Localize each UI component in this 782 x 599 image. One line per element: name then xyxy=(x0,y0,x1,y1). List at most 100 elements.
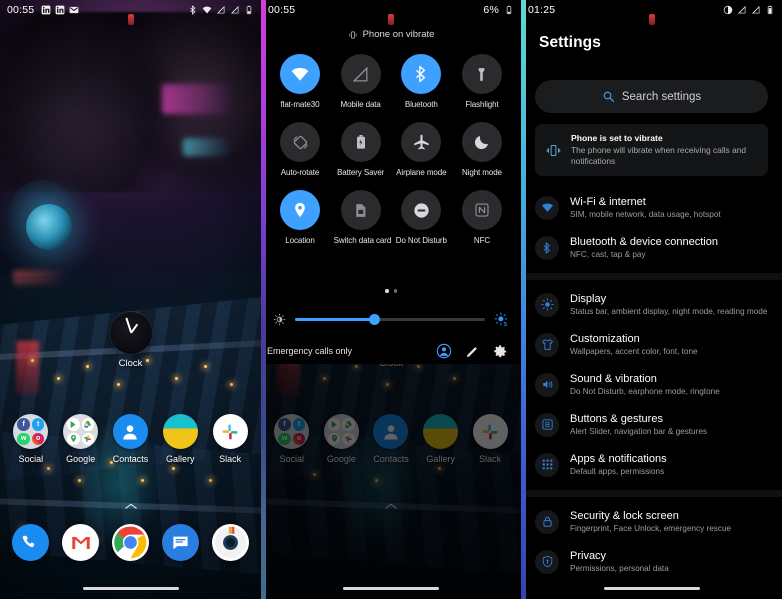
settings-item-sound-vibration[interactable]: Sound & vibration Do Not Disturb, earpho… xyxy=(521,365,782,405)
brightness-slider-knob[interactable] xyxy=(369,313,381,325)
dock-chrome[interactable] xyxy=(108,524,152,561)
tshirt-icon xyxy=(535,332,559,357)
tile-night-mode[interactable]: Night mode xyxy=(455,122,509,177)
quick-settings-page-dots[interactable] xyxy=(261,289,521,293)
dock-messages[interactable] xyxy=(158,524,202,561)
settings-item-subtitle: NFC, cast, tap & pay xyxy=(570,250,646,260)
mobile-data-off-icon xyxy=(340,54,381,94)
settings-item-title: Security & lock screen xyxy=(570,509,679,522)
home-app-row: ftwo Social Google Contacts Gallery Slac… xyxy=(0,414,261,464)
tile-bluetooth[interactable]: Bluetooth xyxy=(394,54,448,109)
brightness-low-icon xyxy=(273,313,286,326)
panel-divider-quick-settings xyxy=(261,0,266,599)
search-input[interactable]: Search settings xyxy=(535,80,768,113)
svg-text:A: A xyxy=(504,322,508,327)
messages-icon xyxy=(161,524,199,561)
status-clock: 00:55 xyxy=(7,4,35,16)
page-title: Settings xyxy=(539,34,601,51)
app-gallery[interactable]: Gallery xyxy=(158,414,202,464)
settings-item-texts: Display Status bar, ambient display, nig… xyxy=(570,292,767,318)
battery-icon xyxy=(504,5,514,15)
settings-item-buttons-gestures[interactable]: Buttons & gestures Alert Slider, navigat… xyxy=(521,405,782,445)
auto-rotate-icon xyxy=(280,122,320,162)
wifi-icon xyxy=(535,195,559,220)
settings-item-title: Privacy xyxy=(570,549,607,562)
tile-flashlight[interactable]: Flashlight xyxy=(455,54,509,109)
signal-off-icon xyxy=(216,5,226,15)
speaker-icon xyxy=(535,372,559,397)
tile-label: flat-mate30 xyxy=(280,100,320,109)
tile-wifi[interactable]: flat-mate30 xyxy=(273,54,327,109)
phone-icon xyxy=(12,524,50,561)
gallery-icon xyxy=(162,414,198,449)
location-pin-icon xyxy=(280,190,320,230)
tile-airplane-mode[interactable]: Airplane mode xyxy=(394,122,448,177)
bluetooth-icon xyxy=(188,5,198,15)
do-not-disturb-icon xyxy=(723,5,733,15)
quick-settings-footer: Emergency calls only xyxy=(261,338,521,364)
dock-phone[interactable] xyxy=(9,524,53,561)
dock-gmail[interactable] xyxy=(59,524,103,561)
navigation-home-pill[interactable] xyxy=(603,587,700,590)
tile-switch-data-card[interactable]: Switch data card xyxy=(334,190,391,245)
app-label: Contacts xyxy=(112,454,149,464)
settings-item-wifi-internet[interactable]: Wi-Fi & internet SIM, mobile network, da… xyxy=(521,188,782,228)
app-slack[interactable]: Slack xyxy=(208,414,252,464)
settings-item-title: Buttons & gestures xyxy=(570,412,663,425)
brightness-auto-icon[interactable]: A xyxy=(494,312,509,327)
settings-item-privacy[interactable]: Privacy Permissions, personal data xyxy=(521,542,782,582)
clock-widget-label: Clock xyxy=(118,358,143,369)
tile-label: Do Not Disturb xyxy=(395,236,447,245)
vibrate-status-card[interactable]: Phone is set to vibrate The phone will v… xyxy=(535,124,768,176)
tile-label: Battery Saver xyxy=(337,168,385,177)
settings-group-privacy: Security & lock screen Fingerprint, Face… xyxy=(521,500,782,584)
vibrate-card-subtitle: The phone will vibrate when receiving ca… xyxy=(571,145,747,166)
app-social-folder[interactable]: ftwo Social xyxy=(9,414,53,464)
app-google-folder[interactable]: Google xyxy=(59,414,103,464)
settings-item-bluetooth-device-connection[interactable]: Bluetooth & device connection NFC, cast,… xyxy=(521,228,782,268)
settings-item-subtitle: Alert Slider, navigation bar & gestures xyxy=(570,427,707,437)
tile-do-not-disturb[interactable]: Do Not Disturb xyxy=(394,190,448,245)
settings-item-display[interactable]: Display Status bar, ambient display, nig… xyxy=(521,285,782,325)
settings-item-title: Wi-Fi & internet xyxy=(570,196,646,208)
settings-item-texts: Customization Wallpapers, accent color, … xyxy=(570,332,698,358)
settings-item-subtitle: Permissions, personal data xyxy=(570,563,669,573)
app-drawer-chevron-up-icon[interactable] xyxy=(124,496,137,509)
settings-gear-icon[interactable] xyxy=(491,342,509,360)
edit-pencil-icon[interactable] xyxy=(463,342,481,360)
vibrate-icon xyxy=(546,143,561,158)
flashlight-icon xyxy=(461,54,502,94)
navigation-home-pill[interactable] xyxy=(82,587,179,590)
chrome-icon xyxy=(111,524,149,561)
gmail-icon xyxy=(69,5,79,15)
settings-item-texts: Security & lock screen Fingerprint, Face… xyxy=(570,509,731,535)
display-icon xyxy=(535,292,559,317)
tile-location[interactable]: Location xyxy=(273,190,327,245)
tile-battery-saver[interactable]: Battery Saver xyxy=(334,122,388,177)
clock-widget[interactable]: Clock xyxy=(0,312,261,369)
app-label: Slack xyxy=(219,454,242,464)
page-dot-1[interactable] xyxy=(385,289,389,293)
buttons-icon xyxy=(535,412,559,437)
settings-item-security-lock-screen[interactable]: Security & lock screen Fingerprint, Face… xyxy=(521,502,782,542)
notch-indicator xyxy=(127,14,134,25)
signal-off-icon xyxy=(751,5,761,15)
contacts-icon xyxy=(112,414,148,449)
settings-group-connectivity: Wi-Fi & internet SIM, mobile network, da… xyxy=(521,186,782,270)
page-dot-2[interactable] xyxy=(393,289,397,293)
gmail-icon xyxy=(62,524,100,561)
navigation-home-pill[interactable] xyxy=(343,587,439,590)
app-contacts[interactable]: Contacts xyxy=(108,414,152,464)
tile-mobile-data[interactable]: Mobile data xyxy=(334,54,388,109)
settings-item-apps-notifications[interactable]: Apps & notifications Default apps, permi… xyxy=(521,445,782,485)
dock-camera[interactable] xyxy=(208,524,252,561)
social-folder-icon: ftwo xyxy=(13,414,49,449)
brightness-slider[interactable] xyxy=(295,313,485,325)
user-account-icon[interactable] xyxy=(435,342,453,360)
tile-nfc[interactable]: NFC xyxy=(455,190,509,245)
settings-root: 01:25 Settings Search settings Phone is … xyxy=(521,0,782,599)
settings-item-texts: Wi-Fi & internet SIM, mobile network, da… xyxy=(570,195,721,221)
tile-auto-rotate[interactable]: Auto-rotate xyxy=(273,122,327,177)
settings-item-customization[interactable]: Customization Wallpapers, accent color, … xyxy=(521,325,782,365)
status-clock: 01:25 xyxy=(528,4,556,16)
